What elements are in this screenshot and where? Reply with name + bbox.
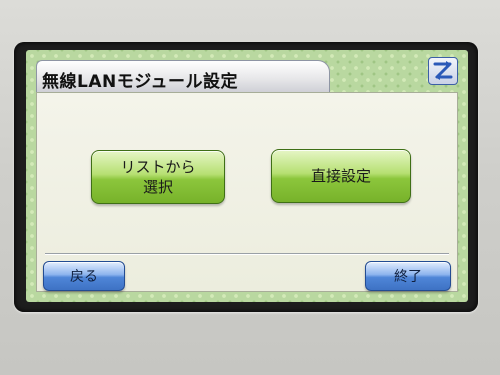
z-switch-icon xyxy=(433,61,453,80)
select-from-list-button[interactable]: リストから 選択 xyxy=(91,150,225,204)
back-button[interactable]: 戻る xyxy=(43,261,125,291)
screen-switch-button[interactable] xyxy=(428,57,458,85)
device-frame: 無線LANモジュール設定 リストから 選択 直接設定 戻る 終了 xyxy=(0,0,500,375)
select-from-list-label: リストから 選択 xyxy=(120,158,196,196)
end-button[interactable]: 終了 xyxy=(365,261,451,291)
touch-screen: 無線LANモジュール設定 リストから 選択 直接設定 戻る 終了 xyxy=(26,50,468,302)
direct-setting-label: 直接設定 xyxy=(310,167,371,185)
direct-setting-button[interactable]: 直接設定 xyxy=(271,149,411,203)
content-panel: リストから 選択 直接設定 戻る 終了 xyxy=(36,92,458,292)
page-title: 無線LANモジュール設定 xyxy=(42,72,239,92)
end-label: 終了 xyxy=(394,269,422,285)
back-label: 戻る xyxy=(70,269,98,285)
divider xyxy=(45,253,449,255)
